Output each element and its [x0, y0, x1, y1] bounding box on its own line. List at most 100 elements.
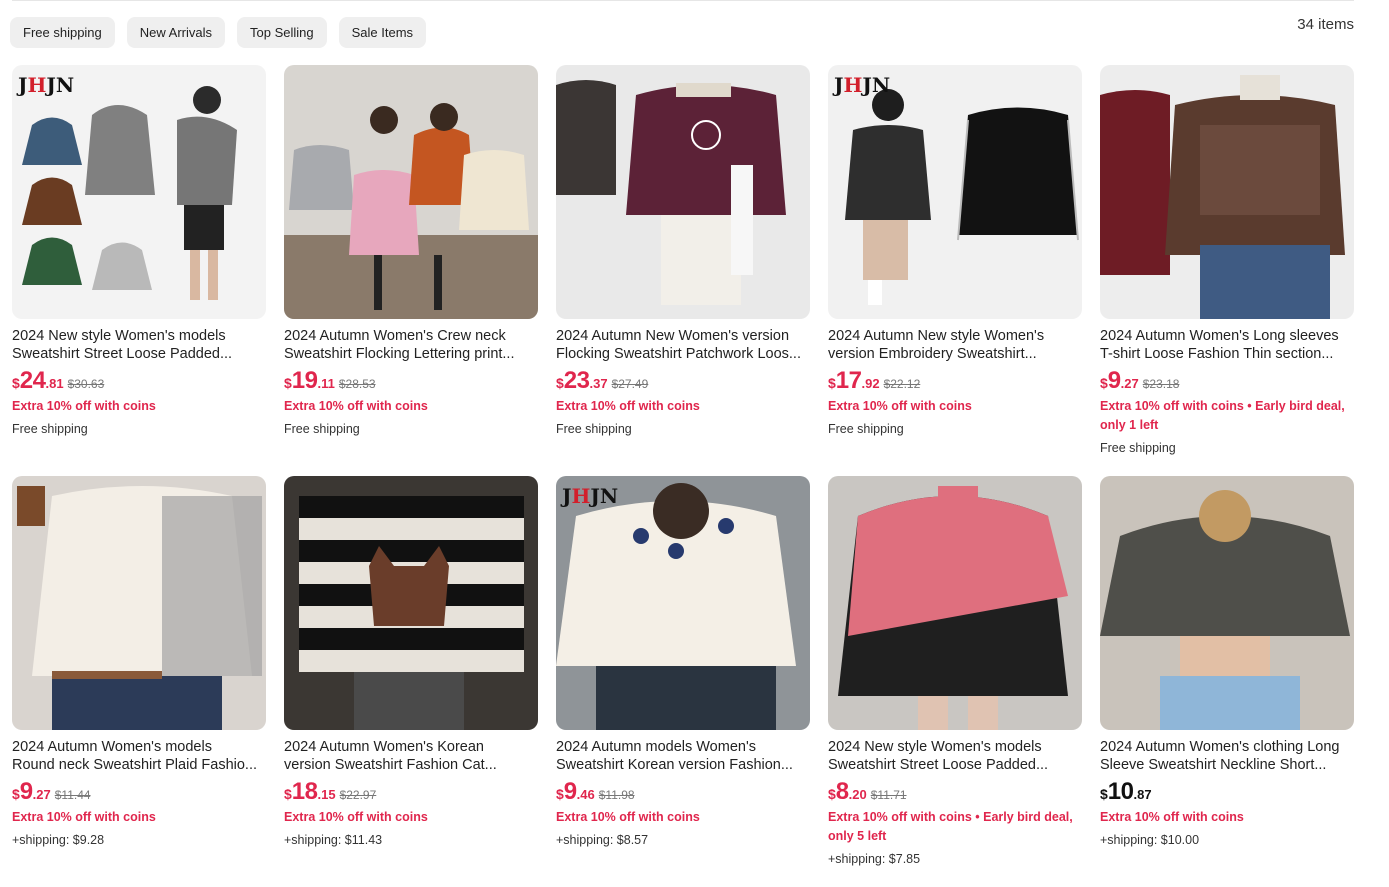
shipping-text: +shipping: $7.85	[828, 852, 921, 866]
product-price: $ 19 .11 $28.53	[284, 367, 538, 394]
promo-line-1: Extra 10% off with coins • Early bird de…	[1100, 399, 1345, 413]
shipping-text: Free shipping	[284, 422, 360, 436]
currency: $	[556, 375, 564, 391]
price-integer: 9	[563, 778, 577, 805]
product-title[interactable]: 2024 Autumn models Women's Sweatshirt Ko…	[556, 738, 808, 774]
shipping-text: Free shipping	[828, 422, 904, 436]
product-card[interactable]: 2024 Autumn Women's clothing Long Sleeve…	[1100, 476, 1354, 887]
shipping-text: +shipping: $11.43	[284, 833, 383, 847]
product-title[interactable]: 2024 Autumn New style Women's version Em…	[828, 327, 1080, 363]
currency: $	[1100, 786, 1108, 802]
title-line-2: Sweatshirt Street Loose Padded...	[828, 757, 1049, 773]
product-photo-icon	[556, 476, 810, 730]
item-count: 34 items	[1297, 16, 1354, 33]
product-title[interactable]: 2024 Autumn Women's Crew neck Sweatshirt…	[284, 327, 536, 363]
currency: $	[284, 375, 292, 391]
currency: $	[556, 786, 564, 802]
currency: $	[1100, 375, 1108, 391]
product-grid: JHJN 2024 New style Women's models Sweat…	[12, 65, 1354, 887]
price-integer: 18	[291, 778, 318, 805]
product-title[interactable]: 2024 New style Women's models Sweatshirt…	[828, 738, 1080, 774]
price-integer: 19	[291, 367, 318, 394]
brand-logo: JHJN	[18, 73, 75, 97]
product-card[interactable]: JHJN 2024 Autumn models Women's Sweatshi…	[556, 476, 810, 887]
product-image[interactable]	[1100, 476, 1354, 730]
title-line-2: version Sweatshirt Fashion Cat...	[284, 757, 497, 773]
filter-new-arrivals[interactable]: New Arrivals	[126, 17, 226, 48]
product-price: $ 9 .27 $11.44	[12, 778, 266, 805]
brand-logo: JHJN	[834, 73, 891, 97]
price-integer: 24	[19, 367, 46, 394]
product-price: $ 23 .37 $27.49	[556, 367, 810, 394]
product-card[interactable]: 2024 Autumn Women's Long sleeves T-shirt…	[1100, 65, 1354, 476]
product-image[interactable]: JHJN	[556, 476, 810, 730]
title-line-2: version Embroidery Sweatshirt...	[828, 346, 1037, 362]
product-photo-icon	[828, 65, 1082, 319]
product-title[interactable]: 2024 Autumn Women's clothing Long Sleeve…	[1100, 738, 1352, 774]
product-card[interactable]: 2024 New style Women's models Sweatshirt…	[828, 476, 1082, 887]
product-photo-icon	[1100, 65, 1354, 319]
currency: $	[284, 786, 292, 802]
price-decimal: .20	[848, 787, 867, 802]
filter-top-selling[interactable]: Top Selling	[237, 17, 327, 48]
product-price: $ 17 .92 $22.12	[828, 367, 1082, 394]
product-image[interactable]	[284, 476, 538, 730]
product-price: $ 9 .27 $23.18	[1100, 367, 1354, 394]
product-image[interactable]: JHJN	[828, 65, 1082, 319]
product-title[interactable]: 2024 Autumn Women's Long sleeves T-shirt…	[1100, 327, 1352, 363]
product-card[interactable]: 2024 Autumn Women's models Round neck Sw…	[12, 476, 266, 887]
product-image[interactable]	[12, 476, 266, 730]
shipping-text: Free shipping	[556, 422, 632, 436]
original-price: $11.44	[54, 788, 91, 802]
top-divider	[12, 0, 1354, 1]
title-line-2: Sweatshirt Street Loose Padded...	[12, 346, 233, 362]
product-title[interactable]: 2024 Autumn New Women's version Flocking…	[556, 327, 808, 363]
product-photo-icon	[12, 65, 266, 319]
title-line-1: 2024 Autumn New Women's version	[556, 328, 790, 344]
title-line-2: Sweatshirt Flocking Lettering print...	[284, 346, 515, 362]
product-photo-icon	[828, 476, 1082, 730]
title-line-1: 2024 Autumn New style Women's	[828, 328, 1045, 344]
shipping-text: Free shipping	[12, 422, 88, 436]
product-image[interactable]	[556, 65, 810, 319]
product-title[interactable]: 2024 New style Women's models Sweatshirt…	[12, 327, 264, 363]
promo-text: Extra 10% off with coins	[284, 810, 428, 824]
price-integer: 10	[1107, 778, 1134, 805]
product-image[interactable]	[828, 476, 1082, 730]
promo-text: Extra 10% off with coins • Early bird de…	[1100, 397, 1354, 435]
product-photo-icon	[1100, 476, 1354, 730]
price-decimal: .81	[45, 376, 64, 391]
currency: $	[12, 375, 20, 391]
product-price: $ 10 .87	[1100, 778, 1354, 805]
promo-text: Extra 10% off with coins	[284, 399, 428, 413]
price-integer: 9	[19, 778, 33, 805]
filter-free-shipping[interactable]: Free shipping	[10, 17, 115, 48]
promo-text: Extra 10% off with coins	[556, 399, 700, 413]
filter-sale-items[interactable]: Sale Items	[338, 17, 427, 48]
price-decimal: .27	[1120, 376, 1139, 391]
shipping-text: +shipping: $9.28	[12, 833, 105, 847]
product-card[interactable]: 2024 Autumn Women's Korean version Sweat…	[284, 476, 538, 887]
product-title[interactable]: 2024 Autumn Women's Korean version Sweat…	[284, 738, 536, 774]
title-line-2: Sweatshirt Korean version Fashion...	[556, 757, 793, 773]
product-card[interactable]: 2024 Autumn Women's Crew neck Sweatshirt…	[284, 65, 538, 476]
product-card[interactable]: 2024 Autumn New Women's version Flocking…	[556, 65, 810, 476]
product-photo-icon	[556, 65, 810, 319]
product-title[interactable]: 2024 Autumn Women's models Round neck Sw…	[12, 738, 264, 774]
title-line-2: Flocking Sweatshirt Patchwork Loos...	[556, 346, 801, 362]
original-price: $27.49	[611, 377, 649, 391]
price-decimal: .37	[589, 376, 608, 391]
title-line-1: 2024 Autumn Women's models	[12, 739, 212, 755]
product-card[interactable]: JHJN 2024 New style Women's models Sweat…	[12, 65, 266, 476]
product-image[interactable]: JHJN	[12, 65, 266, 319]
product-card[interactable]: JHJN 2024 Autumn New style Women's versi…	[828, 65, 1082, 476]
promo-text: Extra 10% off with coins	[12, 399, 156, 413]
promo-text: Extra 10% off with coins	[828, 399, 972, 413]
original-price: $28.53	[338, 377, 376, 391]
shipping-text: +shipping: $10.00	[1100, 833, 1200, 847]
title-line-1: 2024 New style Women's models	[828, 739, 1042, 755]
product-image[interactable]	[1100, 65, 1354, 319]
original-price: $22.12	[883, 377, 921, 391]
product-image[interactable]	[284, 65, 538, 319]
promo-text: Extra 10% off with coins	[12, 810, 156, 824]
